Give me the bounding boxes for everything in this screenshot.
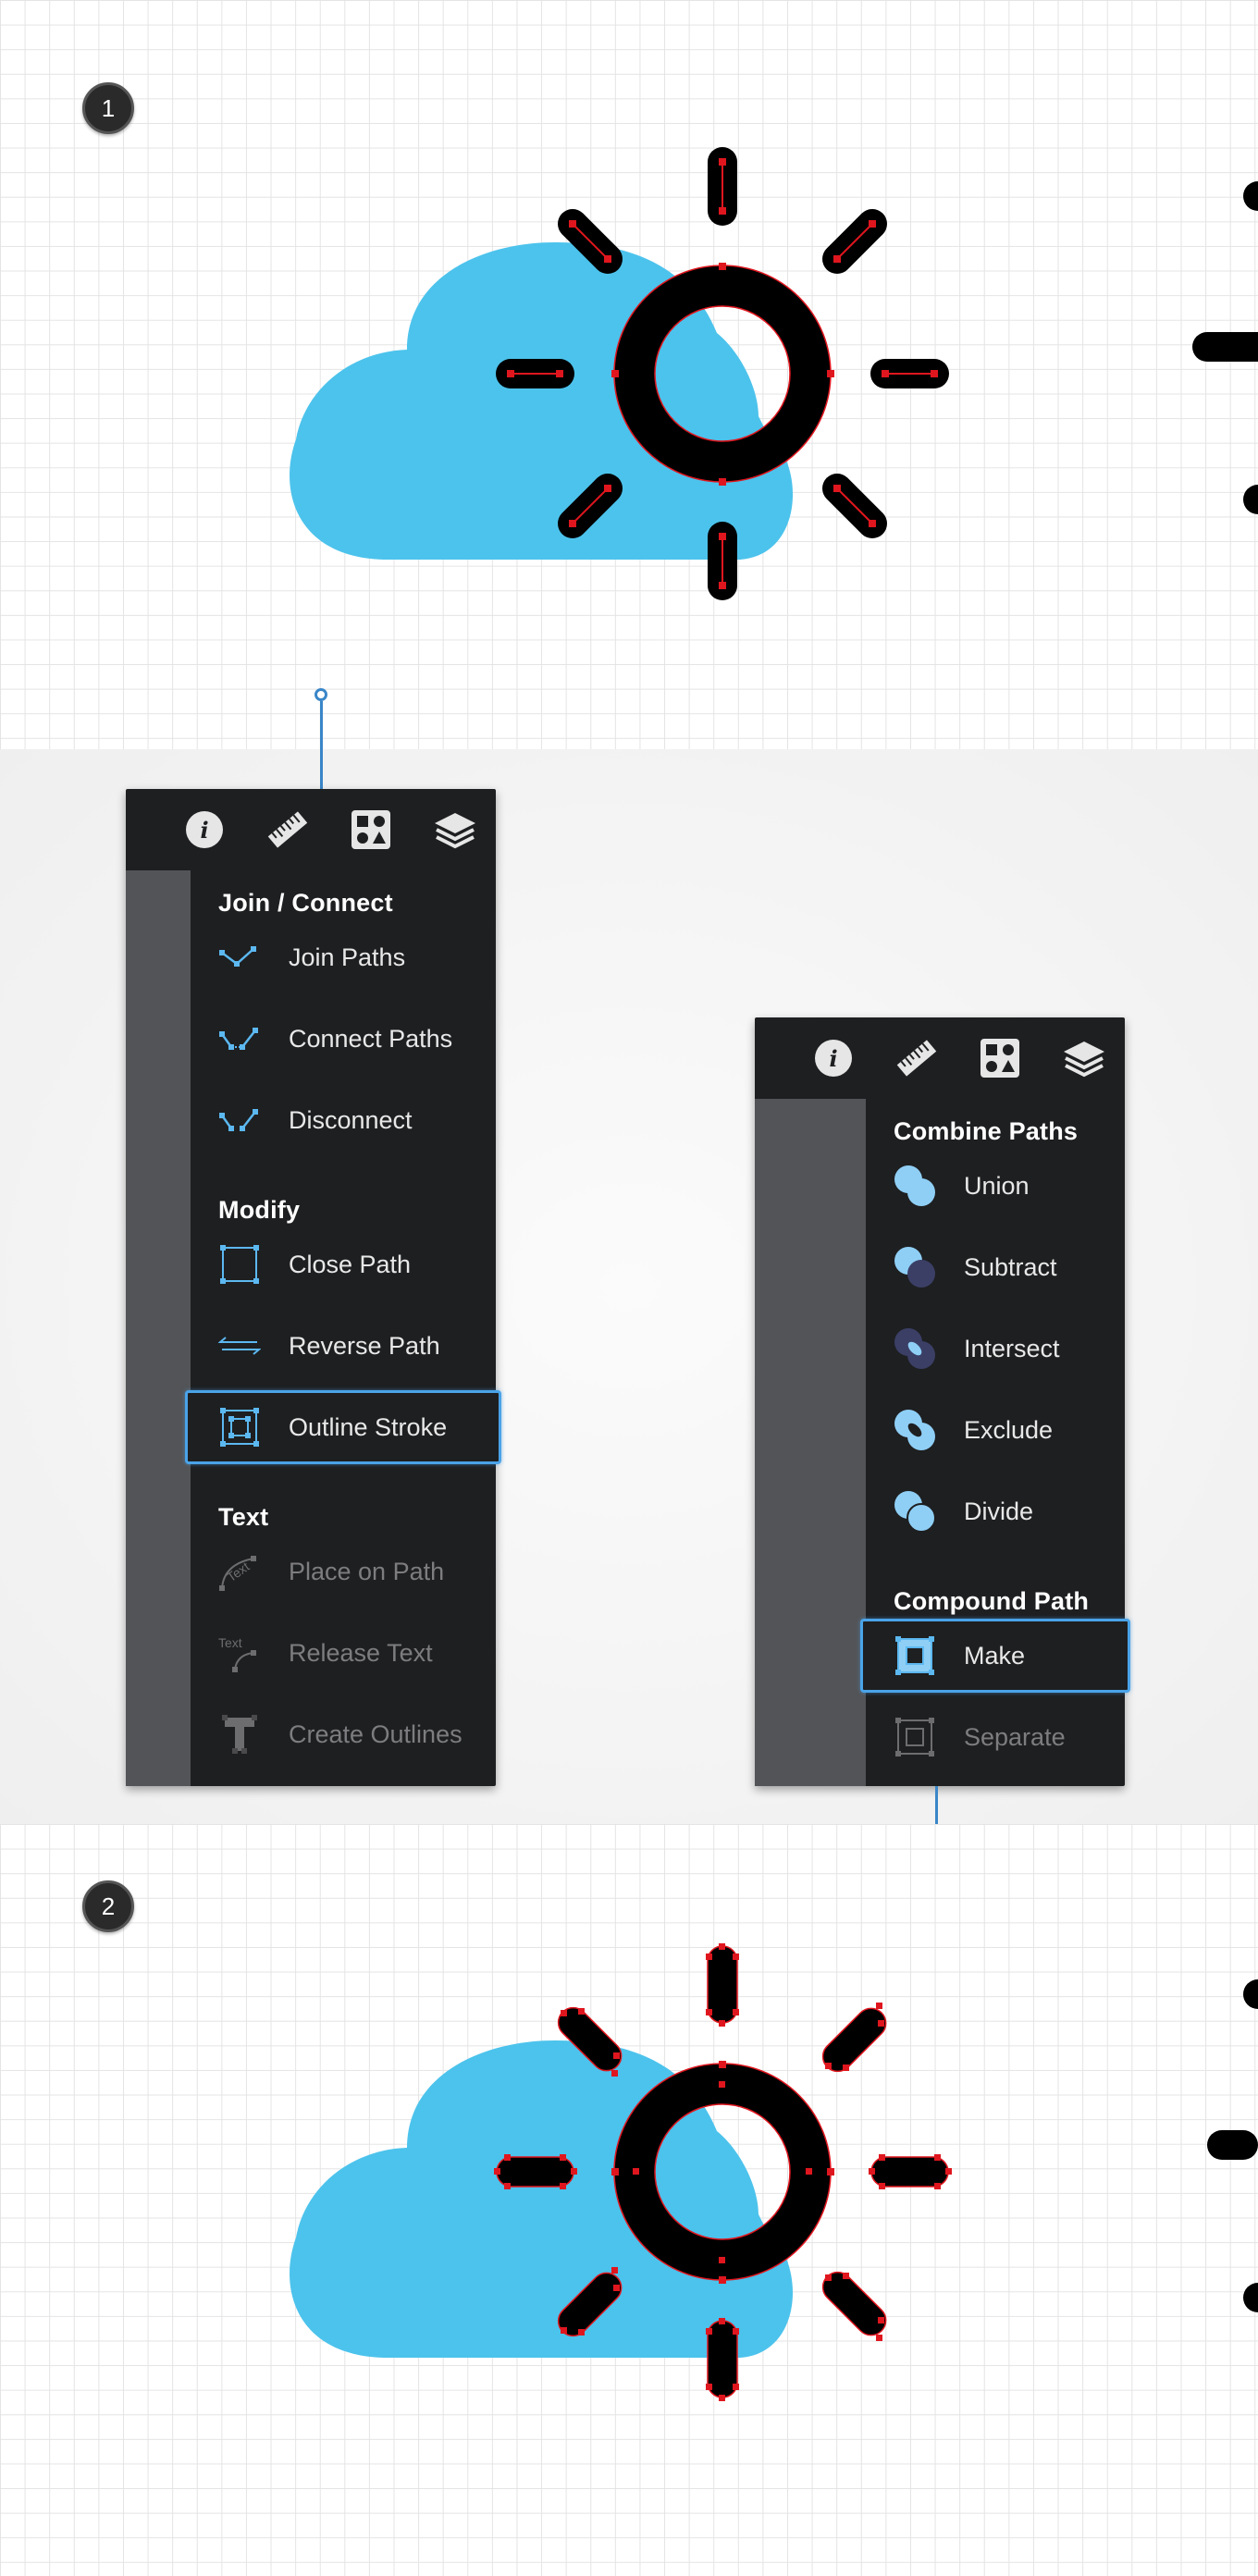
menu-label: Place on Path: [289, 1557, 445, 1585]
join-paths-icon: [216, 934, 263, 980]
info-icon[interactable]: i: [183, 808, 226, 851]
panel-sidebar: [755, 1099, 866, 1786]
sun-cloud-artwork-bottom: [0, 1824, 1258, 2547]
menu-item-reverse-path[interactable]: Reverse Path: [191, 1309, 496, 1383]
exclude-icon: [892, 1407, 938, 1453]
menu-item-separate[interactable]: Separate: [866, 1700, 1125, 1774]
section-title-combine-paths: Combine Paths: [894, 1117, 1079, 1145]
ruler-icon[interactable]: [266, 808, 309, 851]
menu-item-place-on-path[interactable]: Text Place on Path: [191, 1535, 496, 1608]
connector-line-top: [320, 701, 323, 790]
menu-label: Join Paths: [289, 943, 406, 971]
panel-body: Join / Connect Join Paths Connect Paths …: [185, 870, 501, 1786]
menu-label: Union: [964, 1171, 1030, 1200]
release-text-glyph: Text: [218, 1635, 242, 1650]
close-path-icon: [216, 1241, 263, 1288]
panel-toolbar: i: [126, 789, 496, 870]
panel-toolbar: i: [755, 1017, 1125, 1099]
menu-item-union[interactable]: Union: [866, 1149, 1125, 1223]
panel-body: Combine Paths Union Subtract Intersect E…: [860, 1099, 1130, 1786]
menu-item-create-outlines[interactable]: Create Outlines: [191, 1697, 496, 1771]
create-outlines-icon: [216, 1711, 263, 1757]
menu-item-outline-stroke[interactable]: Outline Stroke: [185, 1390, 501, 1464]
menu-label: Separate: [964, 1722, 1066, 1751]
subtract-icon: [892, 1244, 938, 1290]
place-on-path-icon: Text: [216, 1548, 263, 1595]
menu-label: Exclude: [964, 1415, 1054, 1444]
menu-label: Reverse Path: [289, 1331, 440, 1360]
menu-label: Create Outlines: [289, 1719, 462, 1748]
menu-item-subtract[interactable]: Subtract: [866, 1230, 1125, 1304]
shapes-icon[interactable]: [350, 808, 392, 851]
menu-item-connect-paths[interactable]: Connect Paths: [191, 1002, 496, 1076]
menu-item-release-text[interactable]: Text Release Text: [191, 1616, 496, 1690]
connector-dot-top: [314, 688, 327, 701]
sun-cloud-artwork-top: [0, 0, 1258, 749]
menu-label: Release Text: [289, 1638, 433, 1667]
artboard-bottom: 2: [0, 1824, 1258, 2576]
menu-item-intersect[interactable]: Intersect: [866, 1312, 1125, 1386]
svg-text:i: i: [829, 1045, 837, 1072]
menu-item-divide[interactable]: Divide: [866, 1474, 1125, 1548]
artboard-top: 1: [0, 0, 1258, 749]
ruler-icon[interactable]: [895, 1037, 938, 1079]
info-icon[interactable]: i: [812, 1037, 855, 1079]
shapes-icon[interactable]: [979, 1037, 1021, 1079]
menu-label: Subtract: [964, 1252, 1057, 1281]
svg-text:i: i: [200, 817, 208, 844]
divide-icon: [892, 1488, 938, 1535]
menu-item-close-path[interactable]: Close Path: [191, 1227, 496, 1301]
menu-label: Divide: [964, 1497, 1034, 1525]
union-icon: [892, 1163, 938, 1209]
menu-label: Make: [964, 1641, 1026, 1670]
reverse-path-icon: [216, 1323, 263, 1369]
menu-item-make[interactable]: Make: [860, 1619, 1130, 1693]
separate-compound-icon: [892, 1714, 938, 1760]
menu-label: Intersect: [964, 1334, 1060, 1362]
section-title-text: Text: [218, 1503, 269, 1531]
menu-label: Outline Stroke: [289, 1412, 448, 1441]
release-text-icon: Text: [216, 1630, 263, 1676]
layers-icon[interactable]: [433, 808, 475, 851]
menu-item-join-paths[interactable]: Join Paths: [191, 920, 496, 994]
menu-item-disconnect[interactable]: Disconnect: [191, 1083, 496, 1157]
outline-stroke-icon: [216, 1404, 263, 1450]
make-compound-icon: [892, 1633, 938, 1679]
disconnect-icon: [216, 1097, 263, 1143]
section-title-modify: Modify: [218, 1196, 301, 1224]
menu-label: Disconnect: [289, 1105, 413, 1134]
layers-icon[interactable]: [1062, 1037, 1104, 1079]
menu-label: Close Path: [289, 1250, 412, 1278]
connect-paths-icon: [216, 1016, 263, 1062]
path-operations-panel: i Join / Connect Join Paths Connect Path…: [126, 789, 501, 1786]
combine-paths-panel: i Combine Paths Union Subtract Intersect…: [755, 1017, 1130, 1786]
section-title-compound-path: Compound Path: [894, 1587, 1090, 1615]
panel-sidebar: [126, 870, 191, 1786]
place-on-path-glyph: Text: [224, 1559, 252, 1584]
menu-item-exclude[interactable]: Exclude: [866, 1393, 1125, 1467]
section-title-join-connect: Join / Connect: [218, 889, 393, 917]
intersect-icon: [892, 1325, 938, 1372]
menu-label: Connect Paths: [289, 1024, 453, 1053]
